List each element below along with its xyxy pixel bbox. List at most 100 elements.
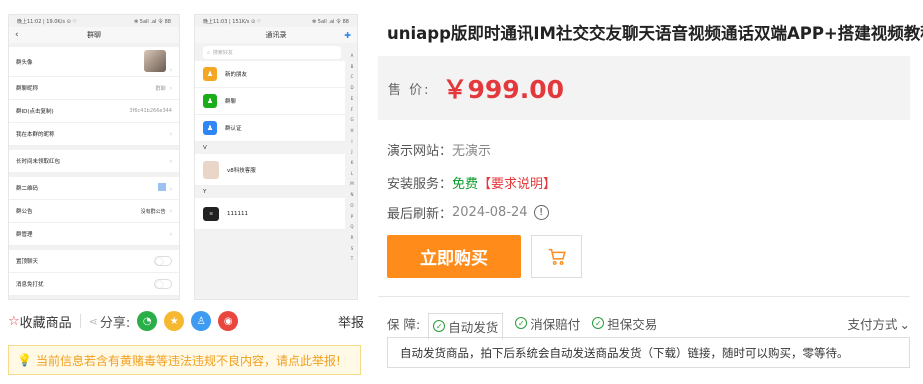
row-manage: 群管理 › xyxy=(9,223,179,246)
settings-group-3: 群二维码 › 群公告 没有群公告 › 群管理 › xyxy=(9,177,179,246)
row-redpacket: 长时间未领取红包 › xyxy=(9,150,179,173)
contact-avatar xyxy=(203,160,219,179)
chevron-right-icon: › xyxy=(169,84,172,92)
chevron-down-icon: ⌄ xyxy=(899,316,910,332)
product-toolbar: ☆ 收藏商品 ⋖ 分享: ◔ ★ ♙ ◉ 举报 xyxy=(8,310,364,332)
chevron-right-icon: › xyxy=(169,66,172,74)
wechat-icon[interactable]: ◔ xyxy=(137,311,158,331)
star-icon: ☆ xyxy=(8,313,20,329)
contact-new-friends: ♟ 新的朋友 xyxy=(195,61,345,88)
row-pin: 置顶聊天 xyxy=(9,250,179,273)
weibo-icon[interactable]: ◉ xyxy=(218,311,239,331)
alphabet-letter: J xyxy=(351,149,353,155)
alphabet-letter: R xyxy=(350,234,354,240)
demo-site-row: 演示网站： 无演示 xyxy=(387,140,491,159)
guarantee-compensation[interactable]: ✓ 消保赔付 xyxy=(515,314,580,333)
row-qrcode: 群二维码 › xyxy=(9,177,179,200)
pin-toggle xyxy=(154,256,172,266)
share-group: ⋖ 分享: ◔ ★ ♙ ◉ xyxy=(89,311,239,331)
chevron-right-icon: › xyxy=(169,130,172,138)
row-label: 我在本群的昵称 xyxy=(16,132,55,138)
row-label: 群管理 xyxy=(16,232,33,238)
group-verify-icon: ♟ xyxy=(203,121,217,135)
row-label: 群头像 xyxy=(16,59,33,66)
report-warning-banner[interactable]: 💡 当前信息若含有黄赌毒等违法违规不良内容，请点此举报! xyxy=(8,345,361,375)
row-mute: 消息免打扰 xyxy=(9,273,179,296)
refresh-label: 最后刷新： xyxy=(387,207,453,222)
mute-toggle xyxy=(154,279,172,289)
screenshot-group-settings: 晚上11:02 | 19.0K/s ⊙ ♡ ✻ 5all .al 令 88 ‹ … xyxy=(8,14,180,300)
buy-now-button[interactable]: 立即购买 xyxy=(387,235,521,278)
alphabet-letter: B xyxy=(350,63,354,69)
refresh-value: 2024-08-24 xyxy=(452,205,528,220)
alphabet-letter: O xyxy=(350,202,354,208)
install-service-row: 安装服务： 免费 【要求说明】 xyxy=(387,173,556,192)
contact-111111: ☰ 111111 xyxy=(195,198,345,230)
price-label: 售 价: xyxy=(388,82,431,98)
row-notice: 群公告 没有群公告 › xyxy=(9,200,179,223)
favorite-label: 收藏商品 xyxy=(19,315,72,331)
alphabet-letter: C xyxy=(350,74,354,80)
alphabet-letter: K xyxy=(350,160,354,166)
divider xyxy=(378,296,910,297)
install-label: 安装服务： xyxy=(387,177,453,192)
alphabet-letter: T xyxy=(350,256,354,262)
guarantee-label: 保 障: xyxy=(387,316,421,332)
status-right: ✻ 5all .al 令 88 xyxy=(312,18,349,25)
row-label: 群聊昵称 xyxy=(16,86,39,92)
status-bar: 晚上11:02 | 19.0K/s ⊙ ♡ ✻ 5all .al 令 88 xyxy=(9,15,179,27)
payment-label: 支付方式 xyxy=(847,316,898,332)
nav-bar: 通讯录 ✚ xyxy=(195,27,357,43)
screenshot-contacts: 晚上11:03 | 151K/s ⊙ ♡ ✻ 5all .al 令 88 通讯录… xyxy=(194,14,358,300)
price-value: ￥999.00 xyxy=(442,75,564,104)
row-group-id: 群ID(点击复制) 3f6c41b266e344 xyxy=(9,100,179,123)
install-requirement-link[interactable]: 【要求说明】 xyxy=(478,173,556,192)
product-info: uniapp版即时通讯IM社交交友聊天语音视频通话双端APP+搭建视频教程 售 … xyxy=(378,0,923,384)
status-left: 晚上11:02 | 19.0K/s ⊙ ♡ xyxy=(17,18,77,25)
search-icon: ⌕ xyxy=(207,49,210,56)
alphabet-letter: P xyxy=(350,213,354,219)
contact-label: 111111 xyxy=(227,210,248,217)
check-icon: ✓ xyxy=(592,317,605,329)
qq-icon[interactable]: ♙ xyxy=(191,311,212,331)
cart-icon xyxy=(548,248,566,265)
nav-bar: ‹ 群聊 xyxy=(9,27,179,43)
new-friend-icon: ♟ xyxy=(203,67,217,81)
demo-value: 无演示 xyxy=(452,144,492,159)
guarantee-auto-delivery[interactable]: ✓ 自动发货 xyxy=(428,312,504,340)
info-icon[interactable]: ! xyxy=(533,205,549,220)
demo-label: 演示网站： xyxy=(387,144,453,159)
report-link[interactable]: 举报 xyxy=(338,312,364,331)
bulb-icon: 💡 xyxy=(17,353,32,367)
contact-label: 新的朋友 xyxy=(225,72,248,78)
add-to-cart-button[interactable] xyxy=(531,235,582,278)
qzone-icon[interactable]: ★ xyxy=(164,311,185,331)
chevron-right-icon: › xyxy=(169,157,172,165)
payment-method-dropdown[interactable]: 支付方式 ⌄ xyxy=(848,314,911,333)
add-friend-icon: ✚ xyxy=(344,30,351,40)
alphabet-index: ABCDEFGHIJKLMNOPQRST xyxy=(349,51,355,265)
row-label: 置顶聊天 xyxy=(16,259,39,265)
install-value: 免费 xyxy=(452,177,479,192)
alphabet-letter: S xyxy=(350,245,354,251)
guarantee-escrow[interactable]: ✓ 担保交易 xyxy=(592,314,657,333)
row-value: 群聊 xyxy=(155,85,166,92)
alphabet-letter: E xyxy=(350,95,354,101)
row-label: 群公告 xyxy=(16,209,33,215)
contact-label: 群聊 xyxy=(225,99,237,105)
check-icon: ✓ xyxy=(515,317,528,329)
contact-v8-service: v8科技客服 xyxy=(195,154,345,186)
page: 晚上11:02 | 19.0K/s ⊙ ♡ ✻ 5all .al 令 88 ‹ … xyxy=(0,0,923,384)
row-label: 消息免打扰 xyxy=(16,282,44,288)
contact-group-chat: ♟ 群聊 xyxy=(195,88,345,115)
nav-title: 群聊 xyxy=(87,31,101,39)
check-icon: ✓ xyxy=(433,320,446,332)
alphabet-letter: L xyxy=(350,170,354,176)
warning-text: 当前信息若含有黄赌毒等违法违规不良内容，请点此举报! xyxy=(35,353,341,368)
status-bar: 晚上11:03 | 151K/s ⊙ ♡ ✻ 5all .al 令 88 xyxy=(195,15,357,27)
contact-label: 群认证 xyxy=(225,126,242,132)
contact-avatar: ☰ xyxy=(203,206,219,221)
favorite-button[interactable]: ☆ 收藏商品 xyxy=(8,312,72,331)
search-placeholder: 搜索好友 xyxy=(212,50,233,56)
divider xyxy=(79,314,81,328)
